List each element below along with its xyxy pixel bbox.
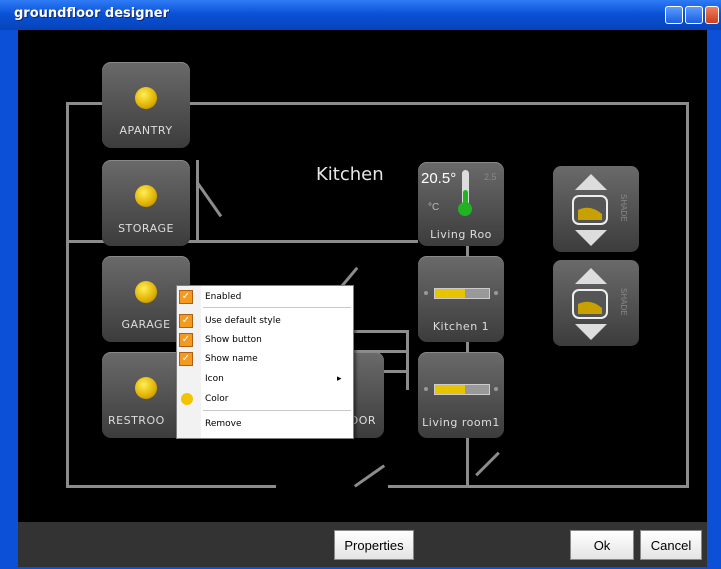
wall [196,160,199,242]
properties-button[interactable]: Properties [334,530,414,560]
light-bulb-icon [135,185,157,207]
slider-min-dot [424,291,428,295]
tile-label: Living Roo [430,228,492,241]
dimmer-slider-fill [435,289,465,298]
context-menu[interactable]: ✓ Enabled ✓ Use default style ✓ Show but… [176,285,354,439]
dimmer-slider[interactable] [434,384,490,395]
designer-window: groundfloor designer Kitchen APANTRY STO… [0,0,721,569]
thermometer-icon [462,170,469,206]
tile-living-room-1[interactable]: Living room1 [418,352,504,438]
close-icon[interactable] [705,6,719,24]
door-swing [353,464,386,488]
door-swing [475,451,500,477]
menu-item-show-name[interactable]: Show name [205,352,258,366]
tile-shade-2[interactable]: SHADE [553,260,639,346]
slider-min-dot [424,387,428,391]
menu-item-use-default-style[interactable]: Use default style [205,314,281,328]
slider-max-dot [494,291,498,295]
menu-separator [203,410,351,411]
checkmark-icon: ✓ [179,352,193,366]
checkmark-icon: ✓ [179,314,193,328]
checkmark-icon: ✓ [179,290,193,304]
tile-label: APANTRY [119,124,173,137]
checkmark-icon: ✓ [179,333,193,347]
menu-item-remove[interactable]: Remove [205,417,242,431]
title-bar[interactable]: groundfloor designer [0,0,721,30]
temperature-side: 2.5 [484,172,497,182]
door-swing [196,182,223,218]
tile-apantry[interactable]: APANTRY [102,62,190,148]
dimmer-slider[interactable] [434,288,490,299]
wall [66,485,276,488]
wall [388,485,688,488]
minimize-icon[interactable] [665,6,683,24]
shade-label: SHADE [619,288,628,316]
color-swatch-icon [181,393,193,405]
slider-max-dot [494,387,498,391]
cancel-button[interactable]: Cancel [640,530,702,560]
temperature-value: 20.5° [421,170,457,187]
menu-item-icon[interactable]: Icon [205,372,224,386]
tile-storage[interactable]: STORAGE [102,160,190,246]
menu-item-enabled[interactable]: Enabled [205,290,241,304]
temperature-unit: °C [428,202,440,213]
submenu-arrow-icon: ▸ [337,374,342,384]
menu-item-show-button[interactable]: Show button [205,333,262,347]
wall [66,102,102,105]
wall [686,102,689,488]
room-label-kitchen: Kitchen [316,164,384,185]
thermometer-bulb-icon [458,202,472,216]
wall [196,240,418,243]
wall [66,102,69,488]
ok-button[interactable]: Ok [570,530,634,560]
menu-separator [203,307,351,308]
light-bulb-icon [135,281,157,303]
tile-label: Living room1 [422,416,500,429]
tile-label: Kitchen 1 [432,320,490,333]
wall [406,330,409,390]
tile-living-room-thermostat[interactable]: 20.5° °C 2.5 Living Roo [418,162,504,246]
shade-label: SHADE [619,194,628,222]
tile-shade-1[interactable]: SHADE [553,166,639,252]
menu-item-color[interactable]: Color [205,392,229,406]
dimmer-slider-fill [435,385,465,394]
floor-plan-canvas[interactable]: Kitchen APANTRY STORAGE GARAGE RESTROO O… [18,30,707,522]
maximize-icon[interactable] [685,6,703,24]
wall [190,102,688,105]
light-bulb-icon [135,87,157,109]
tile-label: STORAGE [118,222,174,235]
light-bulb-icon [135,377,157,399]
tile-kitchen-1[interactable]: Kitchen 1 [418,256,504,342]
window-title: groundfloor designer [14,6,170,21]
footer-bar: Properties Ok Cancel [18,522,707,567]
